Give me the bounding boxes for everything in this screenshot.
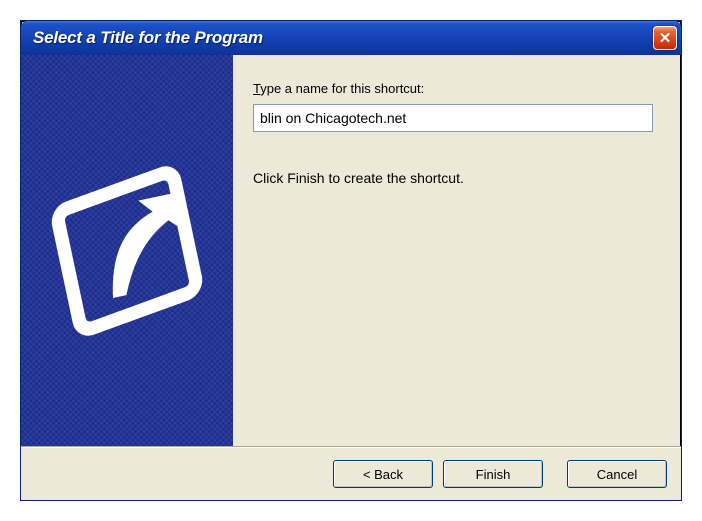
instruction-text: Click Finish to create the shortcut.	[253, 170, 653, 186]
wizard-footer: < Back Finish Cancel	[21, 448, 681, 500]
input-label: Type a name for this shortcut:	[253, 81, 653, 96]
titlebar: Select a Title for the Program ✕	[21, 21, 681, 55]
close-icon: ✕	[659, 29, 672, 47]
finish-button[interactable]: Finish	[443, 460, 543, 488]
back-button[interactable]: < Back	[333, 460, 433, 488]
shortcut-name-input[interactable]	[253, 104, 653, 132]
cancel-button[interactable]: Cancel	[567, 460, 667, 488]
shortcut-arrow-icon	[42, 166, 212, 336]
close-button[interactable]: ✕	[653, 26, 677, 50]
wizard-window: Select a Title for the Program ✕ Type a …	[20, 20, 682, 501]
window-body: Type a name for this shortcut: Click Fin…	[21, 55, 681, 446]
window-title: Select a Title for the Program	[33, 28, 263, 48]
wizard-sidebar	[21, 55, 233, 446]
wizard-content: Type a name for this shortcut: Click Fin…	[233, 55, 681, 446]
